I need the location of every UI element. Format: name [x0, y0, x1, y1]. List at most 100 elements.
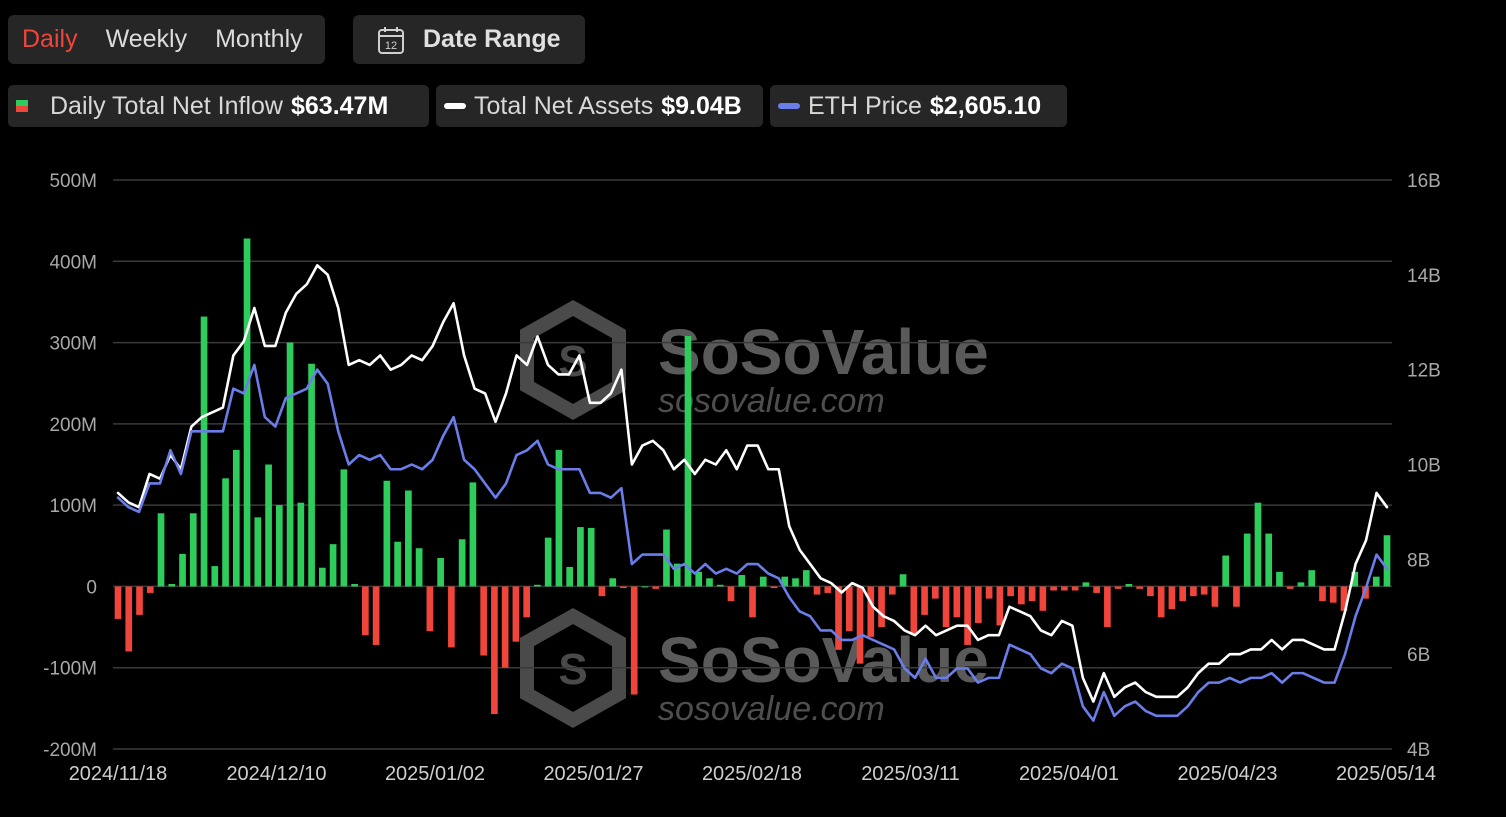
inflow-bar	[179, 553, 186, 587]
inflow-bar	[405, 490, 412, 587]
inflow-bar	[534, 584, 541, 587]
x-tick-label: 2025/01/02	[385, 763, 485, 785]
inflow-bar	[770, 586, 778, 589]
inflow-bar	[1039, 586, 1047, 611]
right-tick-label: 16B	[1407, 171, 1441, 192]
inflow-bar	[587, 527, 595, 587]
inflow-bar	[706, 578, 713, 587]
watermark-url: sosovalue.com	[658, 690, 885, 728]
right-tick-label: 12B	[1407, 361, 1441, 382]
inflow-bar	[1200, 586, 1208, 595]
inflow-bar	[867, 586, 875, 637]
inflow-bar	[448, 586, 455, 648]
inflow-bar	[200, 316, 208, 587]
inflow-bar	[727, 586, 735, 602]
inflow-bar	[1319, 586, 1326, 602]
inflow-bar	[1254, 502, 1262, 587]
inflow-bar	[319, 567, 326, 587]
inflow-bar	[1114, 586, 1122, 589]
inflow-bar	[1179, 586, 1187, 602]
inflow-bar	[340, 469, 348, 587]
x-axis: 2024/11/18 2024/12/10 2025/01/02 2025/01/27…	[69, 763, 1436, 785]
left-tick-label: 0	[86, 577, 97, 598]
inflow-bar	[146, 586, 154, 593]
inflow-bar	[1082, 582, 1090, 587]
x-tick-label: 2024/11/18	[69, 763, 168, 785]
right-tick-label: 8B	[1407, 550, 1430, 571]
inflow-bar	[931, 586, 939, 599]
inflow-bar	[329, 544, 337, 587]
inflow-bar	[845, 586, 853, 632]
inflow-bar	[716, 584, 724, 587]
inflow-bar	[1093, 586, 1100, 593]
inflow-bar	[415, 548, 423, 587]
left-tick-label: 400M	[49, 252, 97, 273]
inflow-bar	[942, 586, 950, 628]
inflow-bar	[1071, 586, 1079, 591]
right-tick-label: 14B	[1407, 266, 1441, 287]
inflow-bar	[544, 537, 552, 587]
inflow-bar	[1329, 586, 1337, 603]
inflow-bar	[512, 586, 520, 642]
inflow-bar	[254, 517, 262, 587]
inflow-bar	[1211, 586, 1219, 607]
inflow-bar	[985, 586, 993, 599]
inflow-bar	[1190, 586, 1197, 597]
inflow-bar	[383, 480, 391, 587]
inflow-bar	[620, 586, 627, 589]
x-tick-label: 2025/03/11	[861, 763, 960, 785]
inflow-bar	[232, 449, 240, 587]
inflow-bar	[1007, 586, 1014, 597]
left-tick-label: -200M	[43, 740, 97, 761]
inflow-bar	[1372, 576, 1380, 587]
inflow-bar	[136, 586, 143, 615]
inflow-bar	[297, 502, 305, 587]
inflow-bar	[189, 513, 197, 587]
inflow-bar	[953, 586, 961, 618]
inflow-bar	[222, 478, 229, 587]
inflow-bar	[1383, 535, 1391, 587]
watermark-logo-letter: S	[558, 645, 587, 694]
inflow-bar	[1018, 586, 1025, 605]
inflow-bar	[899, 574, 907, 587]
inflow-bar	[1286, 586, 1294, 589]
left-tick-label: 200M	[49, 415, 97, 436]
inflow-bar	[566, 566, 574, 587]
right-tick-label: 10B	[1407, 456, 1441, 477]
inflow-bar	[265, 464, 272, 587]
watermark-url: sosovalue.com	[658, 382, 885, 420]
inflow-bar	[1233, 586, 1240, 607]
inflow-bar	[1050, 586, 1057, 591]
inflow-bar	[652, 586, 660, 589]
left-tick-label: -100M	[43, 659, 97, 680]
inflow-bar	[878, 586, 885, 628]
inflow-bar	[168, 583, 176, 587]
inflow-bar	[480, 586, 487, 656]
inflow-bar	[1028, 586, 1036, 602]
inflow-bar	[1243, 533, 1251, 587]
inflow-bar	[426, 586, 434, 632]
inflow-bar	[1104, 586, 1111, 628]
inflow-bar	[1147, 586, 1154, 597]
inflow-bar	[458, 539, 466, 587]
left-axis: 500M 400M 300M 200M 100M 0 -100M -200M	[43, 171, 97, 761]
inflow-bar	[362, 586, 369, 636]
inflow-bar	[856, 586, 864, 664]
inflow-bar	[598, 586, 606, 597]
x-tick-label: 2025/01/27	[543, 763, 643, 785]
inflow-bar	[630, 586, 638, 695]
inflow-bar	[1308, 570, 1316, 587]
left-tick-label: 100M	[49, 496, 97, 517]
inflow-bar	[1265, 533, 1273, 587]
inflow-bar	[469, 482, 477, 587]
inflow-bar	[1276, 571, 1283, 587]
inflow-bar	[738, 575, 746, 587]
inflow-bar	[759, 576, 767, 587]
inflow-bar	[372, 586, 380, 645]
left-tick-label: 500M	[49, 171, 97, 192]
inflow-bar	[802, 570, 810, 587]
inflow-bar	[749, 586, 756, 618]
inflow-bar	[437, 557, 444, 587]
inflow-bar	[910, 586, 918, 634]
inflow-bar	[491, 586, 498, 715]
